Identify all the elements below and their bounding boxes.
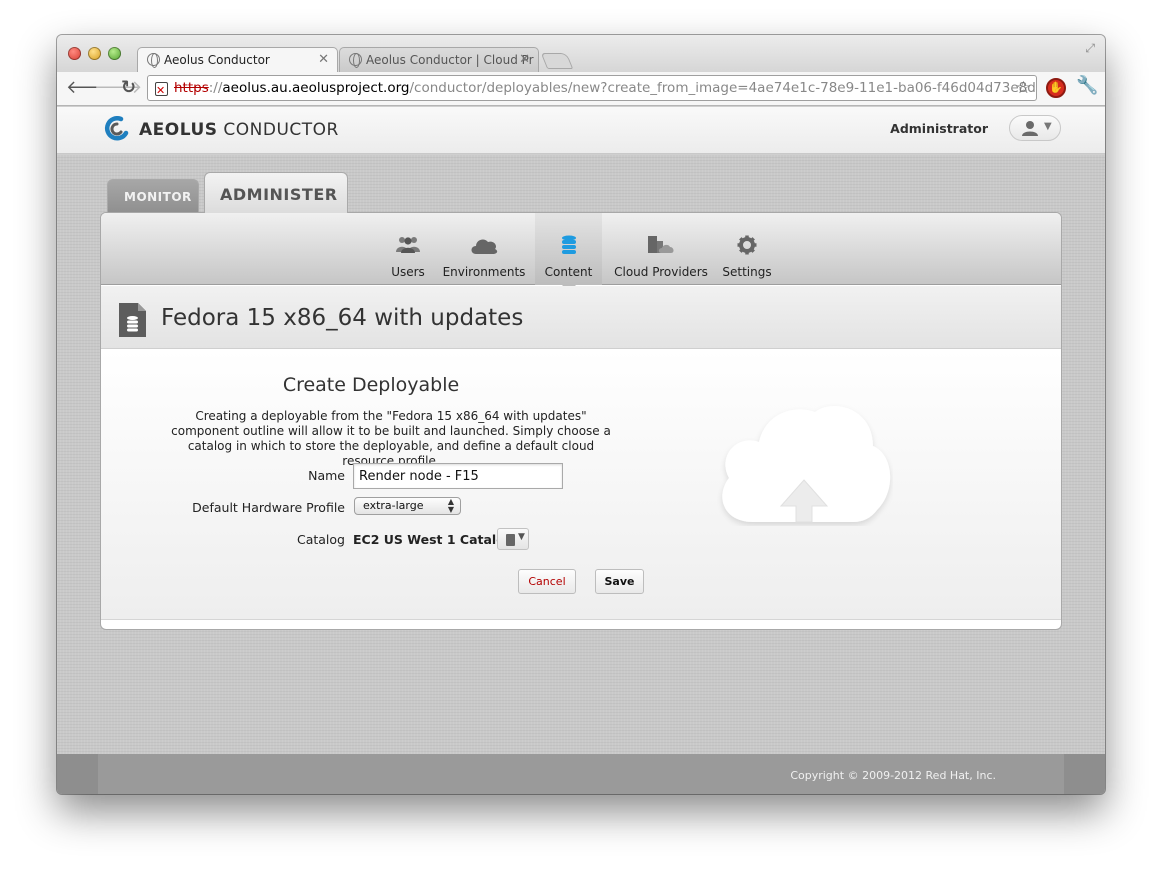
create-deployable-form: Create Deployable Creating a deployable … bbox=[101, 350, 1061, 620]
subnav-item-content[interactable]: Content bbox=[535, 213, 602, 292]
chevron-down-icon: ▼ bbox=[1044, 121, 1052, 132]
new-tab-button[interactable] bbox=[540, 53, 574, 69]
form-heading: Create Deployable bbox=[282, 374, 460, 396]
page-title-bar: Fedora 15 x86_64 with updates bbox=[101, 286, 1061, 349]
main-panel: Users Environments Content Cloud Provide… bbox=[100, 212, 1062, 630]
image-document-icon bbox=[119, 303, 146, 337]
window-minimize-button[interactable] bbox=[88, 47, 101, 60]
users-icon bbox=[396, 237, 420, 253]
browser-window: Aeolus Conductor ✕ Aeolus Conductor | Cl… bbox=[57, 35, 1105, 794]
browser-tab-title: Aeolus Conductor bbox=[164, 53, 270, 67]
user-icon bbox=[1022, 121, 1038, 136]
tab-monitor[interactable]: MONITOR bbox=[107, 179, 199, 213]
reload-button[interactable]: ↻ bbox=[121, 77, 136, 99]
name-label: Name bbox=[308, 468, 345, 483]
browser-toolbar: 🡐 🡒 ↻ https://aeolus.au.aeolusproject.or… bbox=[57, 72, 1105, 106]
copyright-text: Copyright © 2009-2012 Red Hat, Inc. bbox=[790, 769, 996, 782]
name-input[interactable] bbox=[353, 463, 563, 489]
app-header: AEOLUS CONDUCTOR Administrator ▼ bbox=[57, 107, 1105, 154]
cancel-button[interactable]: Cancel bbox=[518, 569, 576, 594]
catalog-label: Catalog bbox=[296, 532, 345, 547]
footer: Copyright © 2009-2012 Red Hat, Inc. bbox=[57, 754, 1105, 794]
subnav-item-cloud-providers[interactable]: Cloud Providers bbox=[608, 213, 714, 285]
user-menu-button[interactable]: ▼ bbox=[1009, 115, 1061, 141]
subnav-item-environments[interactable]: Environments bbox=[440, 213, 528, 285]
close-icon[interactable]: ✕ bbox=[318, 52, 329, 67]
broken-lock-icon[interactable] bbox=[155, 79, 168, 100]
footer-bar: Copyright © 2009-2012 Red Hat, Inc. bbox=[98, 754, 1064, 794]
cloud-upload-icon bbox=[722, 405, 891, 523]
page-title: Fedora 15 x86_64 with updates bbox=[161, 305, 524, 331]
catalog-menu-button[interactable]: ▼ bbox=[497, 528, 529, 550]
hardware-profile-label: Default Hardware Profile bbox=[192, 500, 345, 515]
address-bar[interactable]: https://aeolus.au.aeolusproject.org/cond… bbox=[147, 75, 1037, 101]
url-scheme: https bbox=[174, 80, 209, 96]
subnav-item-users[interactable]: Users bbox=[384, 213, 432, 285]
hardware-profile-select[interactable]: extra-large ▲ ▼ bbox=[354, 497, 461, 515]
browser-tab-active[interactable]: Aeolus Conductor ✕ bbox=[137, 47, 338, 72]
url-path: /conductor/deployables/new?create_from_i… bbox=[409, 80, 1036, 96]
logo-strong: AEOLUS bbox=[139, 120, 218, 140]
catalog-value: EC2 US West 1 Catalog bbox=[353, 532, 514, 547]
subnav-label: Content bbox=[544, 265, 593, 279]
subnav-label: Settings bbox=[722, 265, 772, 279]
chevron-down-icon: ▼ bbox=[518, 532, 525, 542]
cloud-icon bbox=[471, 239, 498, 254]
form-description: Creating a deployable from the "Fedora 1… bbox=[171, 409, 611, 468]
aeolus-logo-icon bbox=[104, 116, 129, 141]
window-zoom-button[interactable] bbox=[108, 47, 121, 60]
subnav-label: Users bbox=[391, 265, 425, 279]
adblock-icon[interactable]: ✋ bbox=[1046, 78, 1066, 98]
window-close-button[interactable] bbox=[68, 47, 81, 60]
bookmark-star-icon[interactable]: ☆ bbox=[1016, 76, 1031, 100]
database-icon bbox=[561, 235, 576, 254]
subnav-label: Cloud Providers bbox=[614, 265, 708, 279]
globe-icon bbox=[147, 53, 160, 68]
url-host: aeolus.au.aeolusproject.org bbox=[222, 80, 410, 96]
book-icon bbox=[506, 534, 515, 546]
browser-tab-strip: Aeolus Conductor ✕ Aeolus Conductor | Cl… bbox=[57, 35, 1105, 72]
tab-administer[interactable]: ADMINISTER bbox=[204, 172, 348, 213]
select-arrows-icon: ▲ ▼ bbox=[447, 497, 454, 514]
url-separator: :// bbox=[208, 80, 223, 96]
subnav-label: Environments bbox=[442, 265, 526, 279]
wrench-icon[interactable]: 🔧 bbox=[1076, 75, 1098, 96]
browser-tab-title: Aeolus Conductor | Cloud Pr bbox=[366, 53, 534, 67]
hardware-profile-value: extra-large bbox=[363, 499, 424, 512]
logo-rest: CONDUCTOR bbox=[223, 120, 339, 140]
subnav-item-settings[interactable]: Settings bbox=[720, 213, 774, 285]
app-logo-text[interactable]: AEOLUS CONDUCTOR bbox=[139, 120, 339, 140]
admin-subnav: Users Environments Content Cloud Provide… bbox=[101, 213, 1061, 292]
building-icon bbox=[648, 236, 674, 253]
close-icon[interactable]: ✕ bbox=[519, 52, 530, 67]
browser-tab[interactable]: Aeolus Conductor | Cloud Pr ✕ bbox=[339, 47, 539, 72]
fullscreen-icon[interactable]: ⤢ bbox=[1085, 41, 1095, 56]
user-name: Administrator bbox=[890, 121, 988, 136]
gear-icon bbox=[737, 235, 757, 255]
globe-icon bbox=[349, 53, 362, 68]
save-button[interactable]: Save bbox=[595, 569, 644, 594]
